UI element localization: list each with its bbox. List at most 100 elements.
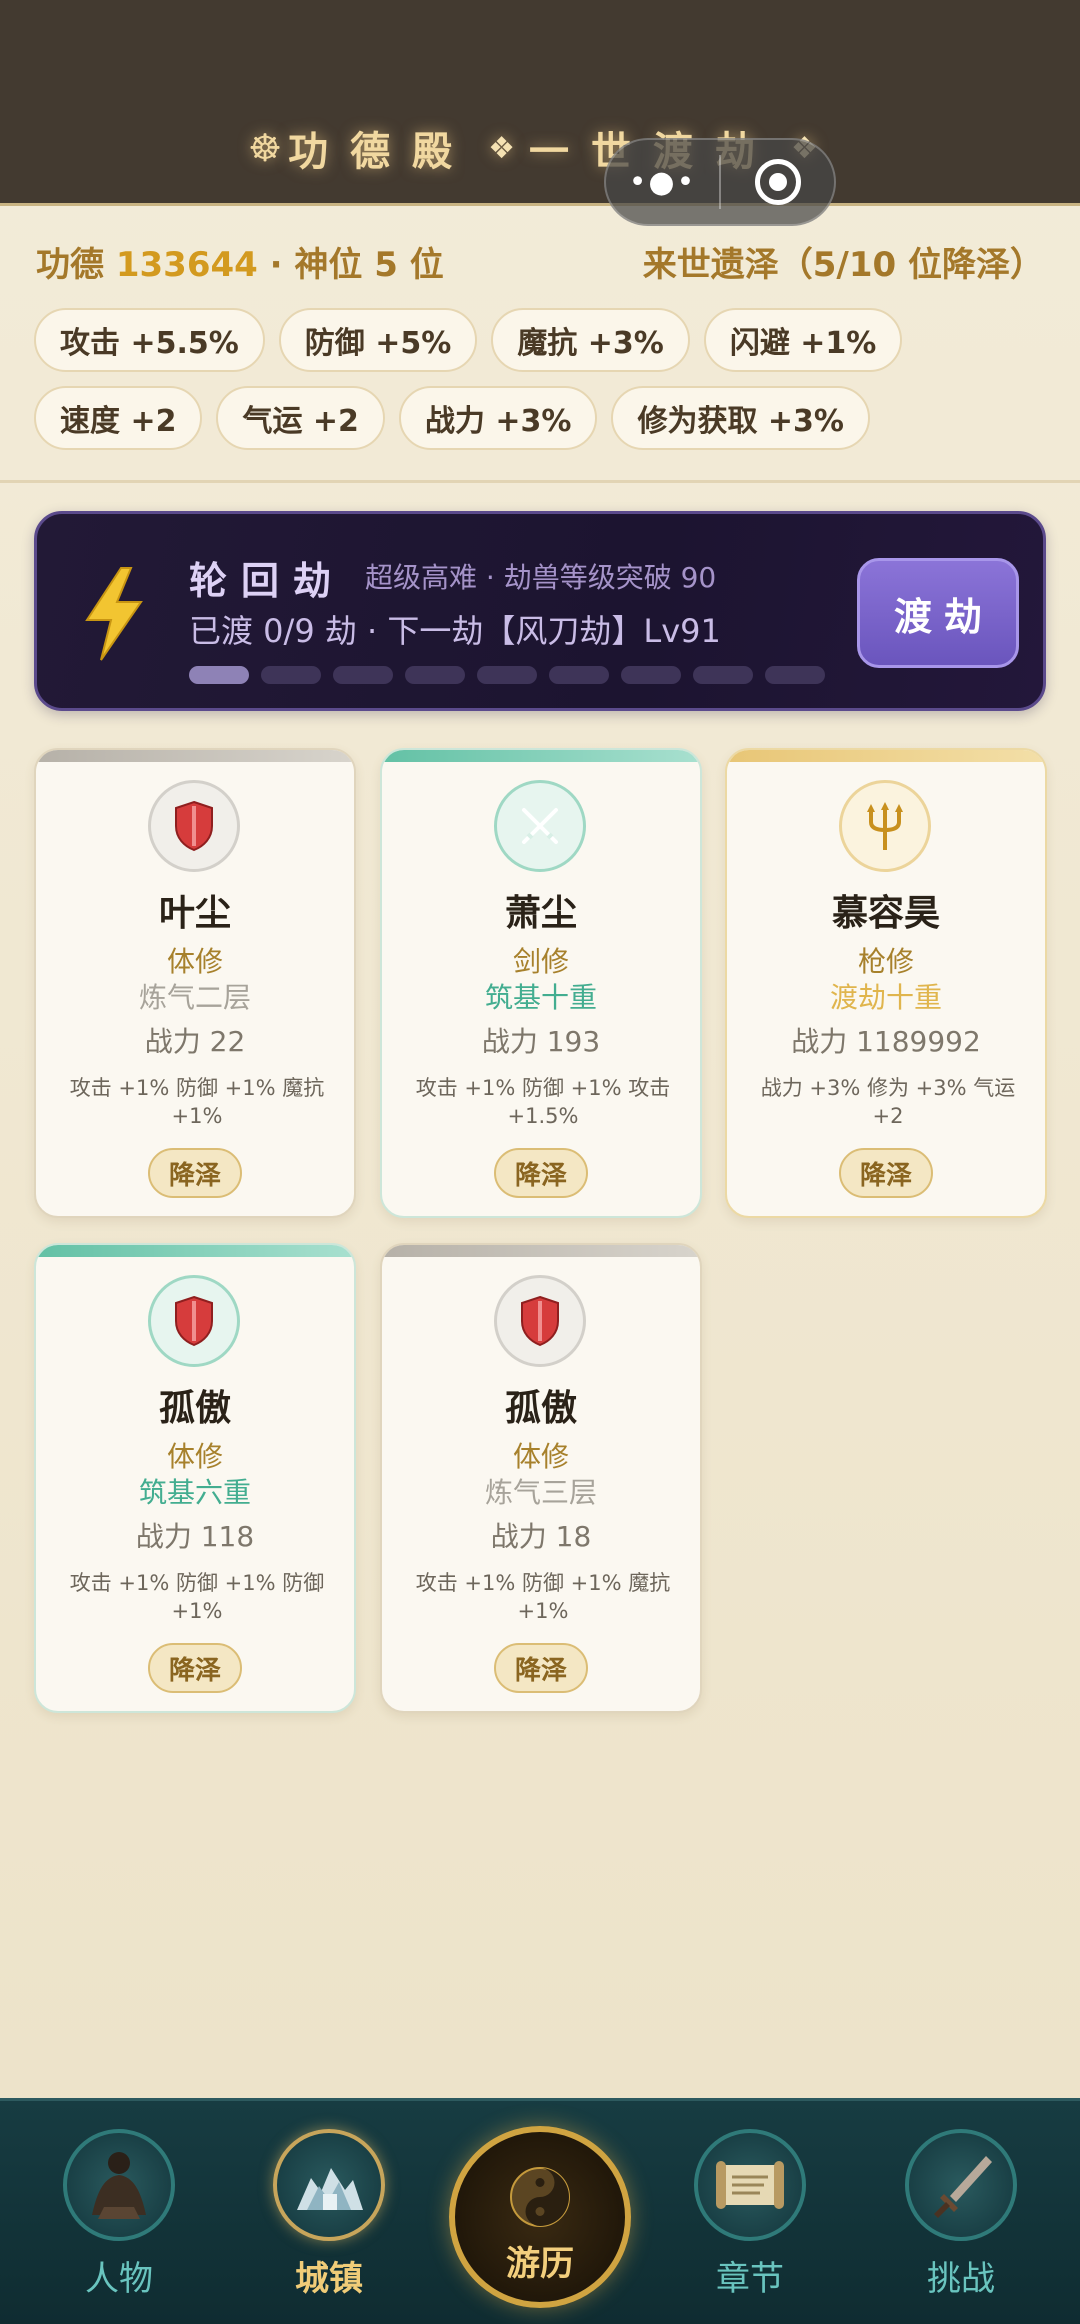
- buff-chip: 闪避 +1%: [703, 308, 903, 372]
- card-class: 体修: [166, 1440, 223, 1473]
- sword-icon: [905, 2129, 1017, 2241]
- progress-pip: [261, 666, 321, 684]
- bless-button[interactable]: 降泽: [148, 1643, 242, 1693]
- card-power: 战力 118: [135, 1520, 255, 1553]
- card-bonus: 攻击 +1% 防御 +1% 魔抗 +1%: [69, 1076, 325, 1128]
- buff-list: 攻击 +5.5% 防御 +5% 魔抗 +3% 闪避 +1% 速度 +2 气运 +…: [34, 308, 1044, 450]
- more-button[interactable]: •●•: [606, 140, 719, 224]
- merit-summary: 功德 133644 · 神位 5 位: [36, 237, 444, 286]
- bless-button[interactable]: 降泽: [494, 1148, 588, 1198]
- card-name: 孤傲: [158, 1388, 231, 1429]
- nav-label: 城镇: [295, 2259, 363, 2299]
- card-bonus: 攻击 +1% 防御 +1% 防御 +1%: [69, 1571, 325, 1623]
- ancestor-card[interactable]: 萧尘剑修 筑基十重战力 193 攻击 +1% 防御 +1% 攻击 +1.5% 降泽: [380, 748, 702, 1218]
- card-name: 萧尘: [504, 893, 577, 934]
- progress-pip: [189, 666, 249, 684]
- nav-item-chapter[interactable]: 章节: [680, 2129, 820, 2300]
- card-class: 枪修: [857, 945, 914, 978]
- section-divider: [0, 480, 1080, 483]
- ancestor-card[interactable]: 慕容昊枪修 渡劫十重战力 1189992 战力 +3% 修为 +3% 气运 +2 降泽: [725, 748, 1047, 1218]
- diamond-icon: ❖: [488, 130, 516, 166]
- character-icon: [63, 2129, 175, 2241]
- town-icon: [273, 2129, 385, 2241]
- buff-chip: 攻击 +5.5%: [34, 308, 265, 372]
- card-power: 战力 1189992: [791, 1025, 981, 1058]
- card-name: 叶尘: [158, 893, 231, 934]
- nav-item-town[interactable]: 城镇: [259, 2129, 399, 2300]
- buff-chip: 魔抗 +3%: [491, 308, 690, 372]
- page-title: ☸ 功德殿 ❖ 一世渡劫 ❖: [0, 118, 1080, 178]
- bless-button[interactable]: 降泽: [494, 1643, 588, 1693]
- card-bonus: 战力 +3% 修为 +3% 气运 +2: [760, 1076, 1016, 1128]
- progress-pip: [549, 666, 609, 684]
- merit-label: 功德: [36, 244, 104, 285]
- tribulation-progress-text: 已渡 0/9 劫 · 下一劫【风刀劫】Lv91: [189, 612, 721, 650]
- rank-text: · 神位 5 位: [269, 244, 444, 285]
- lightning-icon: [85, 567, 143, 661]
- merit-stats-row: 功德 133644 · 神位 5 位 来世遗泽（5/10 位降泽）: [36, 236, 1044, 286]
- nav-item-character[interactable]: 人物: [49, 2129, 189, 2300]
- title-main: 功德殿: [288, 129, 475, 175]
- card-class: 体修: [512, 1440, 569, 1473]
- dharma-wheel-icon: ☸: [248, 126, 283, 170]
- card-realm: 筑基六重: [138, 1476, 251, 1509]
- ancestor-card[interactable]: 孤傲体修 筑基六重战力 118 攻击 +1% 防御 +1% 防御 +1% 降泽: [34, 1243, 356, 1713]
- buff-chip: 战力 +3%: [398, 386, 598, 450]
- tribulation-banner: 轮回劫 超级高难 · 劫兽等级突破 90 已渡 0/9 劫 · 下一劫【风刀劫】…: [34, 511, 1046, 711]
- tier-bar: [727, 750, 1045, 762]
- shield-icon: [148, 1275, 240, 1367]
- cross-tribulation-button[interactable]: 渡劫: [857, 558, 1019, 668]
- close-miniprogram-button[interactable]: [721, 140, 834, 224]
- nav-item-challenge[interactable]: 挑战: [891, 2129, 1031, 2300]
- nav-label: 人物: [85, 2259, 153, 2299]
- bless-button[interactable]: 降泽: [148, 1148, 242, 1198]
- card-power: 战力 193: [481, 1025, 601, 1058]
- card-realm: 炼气三层: [484, 1476, 597, 1509]
- card-class: 体修: [166, 945, 223, 978]
- progress-pip: [405, 666, 465, 684]
- ancestor-card[interactable]: 叶尘体修 炼气二层战力 22 攻击 +1% 防御 +1% 魔抗 +1% 降泽: [34, 748, 356, 1218]
- yin-yang-icon: [510, 2167, 570, 2227]
- card-realm: 炼气二层: [138, 981, 251, 1014]
- progress-pip: [333, 666, 393, 684]
- target-close-icon: [754, 159, 801, 205]
- card-power: 战力 22: [144, 1025, 246, 1058]
- card-bonus: 攻击 +1% 防御 +1% 魔抗 +1%: [415, 1571, 671, 1623]
- bless-button[interactable]: 降泽: [839, 1148, 933, 1198]
- card-realm: 筑基十重: [484, 981, 597, 1014]
- card-name: 孤傲: [504, 1388, 577, 1429]
- buff-chip: 修为获取 +3%: [611, 386, 870, 450]
- progress-pip: [693, 666, 753, 684]
- tribulation-subtitle: 超级高难 · 劫兽等级突破 90: [365, 561, 717, 594]
- nav-label: 挑战: [927, 2259, 995, 2299]
- shield-icon: [494, 1275, 586, 1367]
- nav-label: 章节: [716, 2259, 784, 2299]
- card-realm: 渡劫十重: [829, 981, 942, 1014]
- merit-value: 133644: [115, 244, 258, 285]
- miniprogram-capsule: •●•: [604, 138, 836, 226]
- buff-chip: 气运 +2: [216, 386, 385, 450]
- tribulation-progress-bar: [189, 666, 825, 684]
- more-dots-icon: •●•: [628, 164, 697, 200]
- progress-pip: [621, 666, 681, 684]
- card-power: 战力 18: [490, 1520, 592, 1553]
- scroll-icon: [694, 2129, 806, 2241]
- tribulation-title: 轮回劫: [189, 559, 346, 603]
- tier-bar: [36, 750, 354, 762]
- tier-bar: [382, 750, 700, 762]
- card-class: 剑修: [512, 945, 569, 978]
- buff-chip: 速度 +2: [34, 386, 203, 450]
- buff-chip: 防御 +5%: [278, 308, 478, 372]
- legacy-text: 来世遗泽（5/10 位降泽）: [642, 244, 1044, 285]
- nav-label: 游历: [506, 2244, 574, 2284]
- nav-item-travel[interactable]: 游历: [449, 2126, 631, 2308]
- trident-icon: [839, 780, 931, 872]
- shield-icon: [148, 780, 240, 872]
- card-name: 慕容昊: [831, 893, 940, 934]
- card-bonus: 攻击 +1% 防御 +1% 攻击 +1.5%: [415, 1076, 671, 1128]
- top-header: ☸ 功德殿 ❖ 一世渡劫 ❖ •●•: [0, 0, 1080, 226]
- progress-pip: [765, 666, 825, 684]
- crossed-swords-icon: [494, 780, 586, 872]
- ancestor-card[interactable]: 孤傲体修 炼气三层战力 18 攻击 +1% 防御 +1% 魔抗 +1% 降泽: [380, 1243, 702, 1713]
- progress-pip: [477, 666, 537, 684]
